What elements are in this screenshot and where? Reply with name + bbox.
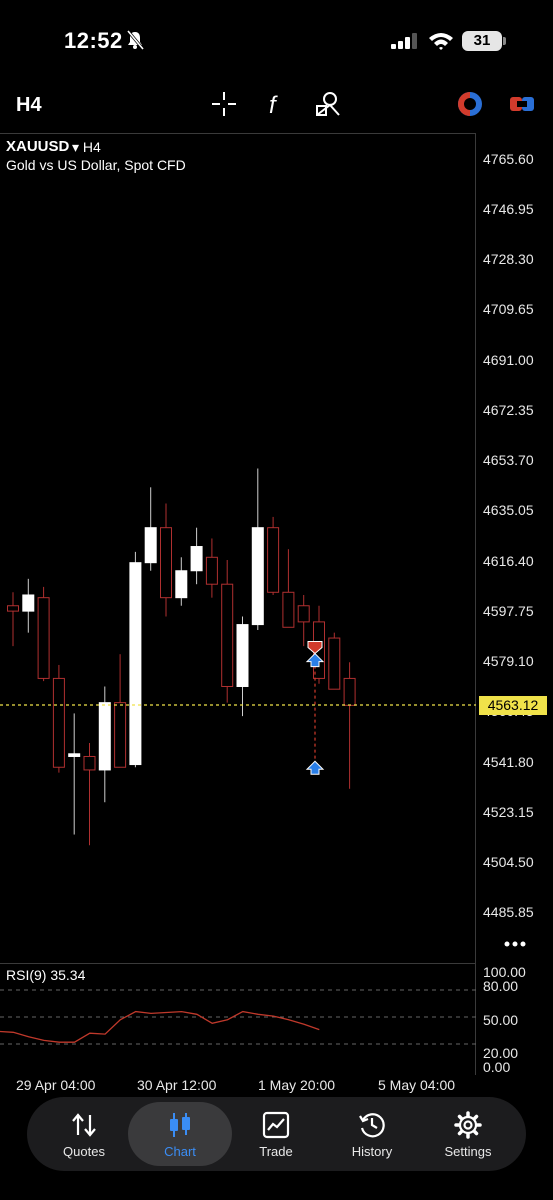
drawing-objects-icon[interactable] <box>314 90 342 118</box>
nav-label: History <box>351 1144 393 1159</box>
indicators-function-icon[interactable]: f <box>262 90 290 118</box>
candlestick-chart[interactable] <box>0 134 476 962</box>
bear-candle <box>114 702 127 768</box>
bull-candle <box>22 594 35 612</box>
nav-label: Settings <box>444 1144 492 1159</box>
timeframe-selector[interactable]: H4 <box>16 94 42 117</box>
price-tick: 4709.65 <box>483 301 534 317</box>
candles-icon <box>170 1113 190 1137</box>
gear-icon <box>454 1111 482 1139</box>
time-tick: 30 Apr 12:00 <box>137 1077 217 1093</box>
price-tick: 4504.50 <box>483 854 534 870</box>
current-price-tag: 4563.12 <box>479 696 547 715</box>
bear-candle <box>160 527 172 599</box>
arrows-updown-icon <box>72 1113 96 1137</box>
rsi-tick: 50.00 <box>483 1012 519 1028</box>
nav-label: Quotes <box>63 1144 105 1159</box>
bear-candle <box>205 556 218 585</box>
bear-candle <box>267 527 280 593</box>
buy-arrow-icon <box>305 760 325 775</box>
one-click-trading-icon[interactable] <box>456 90 484 118</box>
time-tick: 1 May 20:00 <box>258 1077 336 1093</box>
price-tick: 4765.60 <box>483 151 534 167</box>
trade-chart-icon <box>262 1111 290 1139</box>
wifi-icon <box>429 33 453 50</box>
bell-muted-icon <box>126 30 144 50</box>
bear-candle <box>297 605 310 623</box>
bull-candle <box>190 546 203 572</box>
bull-candle <box>98 702 111 771</box>
bear-candle <box>37 597 50 679</box>
price-tick: 4597.75 <box>483 603 534 619</box>
price-tick: 4541.80 <box>483 754 534 770</box>
nav-label: Chart <box>164 1144 196 1159</box>
svg-text:f: f <box>269 92 278 118</box>
history-clock-icon <box>359 1113 385 1138</box>
nav-settings[interactable]: Settings <box>420 1097 516 1171</box>
trade-toggle-icon[interactable] <box>508 90 536 118</box>
bear-candle <box>282 591 295 628</box>
bear-candle <box>7 605 19 612</box>
rsi-tick: 0.00 <box>483 1059 511 1075</box>
bear-candle <box>343 677 356 706</box>
bull-candle <box>251 527 264 626</box>
bear-candle <box>328 637 341 690</box>
bull-candle <box>144 527 157 564</box>
bear-candle <box>83 755 96 771</box>
nav-chart[interactable]: Chart <box>132 1097 228 1171</box>
price-tick: 4579.10 <box>483 653 534 669</box>
price-tick: 4653.70 <box>483 452 534 468</box>
nav-quotes[interactable]: Quotes <box>36 1097 132 1171</box>
bear-candle <box>221 583 234 687</box>
price-tick: 4746.95 <box>483 201 534 217</box>
price-tick: 4485.85 <box>483 904 534 920</box>
cellular-signal-icon <box>391 33 417 49</box>
nav-trade[interactable]: Trade <box>228 1097 324 1171</box>
rsi-line <box>0 1010 320 1043</box>
crosshair-icon[interactable] <box>210 90 238 118</box>
bull-candle <box>236 624 249 687</box>
time-tick: 29 Apr 04:00 <box>16 1077 96 1093</box>
bear-candle <box>52 677 65 768</box>
price-tick: 4635.05 <box>483 502 534 518</box>
price-tick: 4672.35 <box>483 402 534 418</box>
bull-candle <box>175 570 188 599</box>
rsi-chart <box>0 989 476 1045</box>
bull-candle <box>129 562 142 766</box>
rsi-tick: 80.00 <box>483 978 519 994</box>
more-options-icon[interactable] <box>504 940 526 948</box>
nav-label: Trade <box>259 1144 293 1159</box>
price-tick: 4616.40 <box>483 553 534 569</box>
clock: 12:52 <box>64 28 123 53</box>
status-bar: 12:52 31 <box>0 0 553 80</box>
price-tick: 4523.15 <box>483 804 534 820</box>
bull-candle <box>68 753 81 757</box>
price-tick: 4728.30 <box>483 251 534 267</box>
nav-history[interactable]: History <box>324 1097 420 1171</box>
battery-tip <box>503 37 506 45</box>
price-tick: 4691.00 <box>483 352 534 368</box>
time-tick: 5 May 04:00 <box>378 1077 456 1093</box>
battery-indicator: 31 <box>462 31 502 51</box>
